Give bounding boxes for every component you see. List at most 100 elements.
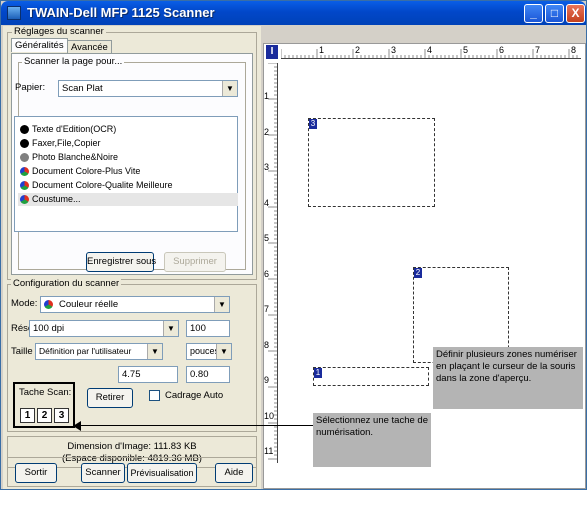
ruler-label: 4 bbox=[427, 45, 433, 55]
region-2-label: 2 bbox=[414, 268, 422, 278]
list-item-label: Faxer,File,Copier bbox=[32, 138, 101, 148]
close-button[interactable]: X bbox=[566, 4, 585, 23]
vertical-ruler bbox=[268, 63, 278, 463]
resolution-field[interactable]: 100 bbox=[186, 320, 230, 337]
scan-button[interactable]: Scanner bbox=[81, 463, 125, 483]
list-item-label: Coustume... bbox=[32, 194, 81, 204]
height-field[interactable]: 0.80 bbox=[186, 366, 230, 383]
settings-group-label: Réglages du scanner bbox=[12, 26, 106, 37]
region-3-label: 3 bbox=[309, 119, 317, 129]
list-item-label: Photo Blanche&Noire bbox=[32, 152, 119, 162]
size-value: Définition par l'utilisateur bbox=[39, 346, 132, 356]
chevron-down-icon[interactable]: ▼ bbox=[214, 297, 229, 312]
task-2-button[interactable]: 2 bbox=[37, 408, 52, 423]
arrow-left-icon bbox=[73, 421, 81, 431]
ruler-label: 2 bbox=[355, 45, 361, 55]
paper-select-value: Scan Plat bbox=[62, 83, 103, 94]
mode-value: Couleur réelle bbox=[59, 299, 119, 310]
ruler-label: 5 bbox=[463, 45, 469, 55]
scan-region-1[interactable]: 1 bbox=[313, 367, 429, 386]
task-3-button[interactable]: 3 bbox=[54, 408, 69, 423]
list-item[interactable]: Document Colore-Plus Vite bbox=[18, 165, 238, 178]
ruler-label: 1 bbox=[319, 45, 325, 55]
chevron-down-icon[interactable]: ▼ bbox=[147, 344, 162, 359]
ruler-label: 7 bbox=[535, 45, 541, 55]
ruler-label: 7 bbox=[264, 304, 270, 314]
chevron-down-icon[interactable]: ▼ bbox=[216, 344, 231, 359]
mode-label: Mode: bbox=[11, 298, 38, 309]
ruler-label: 9 bbox=[264, 375, 270, 385]
auto-crop-label: Cadrage Auto bbox=[165, 390, 224, 401]
ruler-label: 6 bbox=[499, 45, 505, 55]
ruler-label: 3 bbox=[264, 162, 270, 172]
left-panel: Réglages du scanner Généralités Avancée … bbox=[3, 26, 261, 489]
multi-zone-callout: Définir plusieurs zones numériser en pla… bbox=[433, 347, 583, 409]
ruler-label: 10 bbox=[264, 410, 275, 421]
scan-for-label: Scanner la page pour... bbox=[22, 56, 125, 67]
list-item-label: Document Colore-Plus Vite bbox=[32, 166, 141, 176]
paper-label: Papier: bbox=[15, 82, 46, 93]
minimize-button[interactable]: _ bbox=[524, 4, 543, 23]
width-field[interactable]: 4.75 bbox=[118, 366, 178, 383]
ruler-label: 1 bbox=[264, 91, 270, 101]
size-label: Taille bbox=[11, 346, 33, 357]
image-dimension: Dimension d'Image: 111.83 KB bbox=[67, 441, 197, 452]
general-tab-panel: Scanner la page pour... Papier: Scan Pla… bbox=[11, 53, 253, 275]
resolution-value: 100 dpi bbox=[33, 323, 65, 334]
scan-task-label: Tache Scan: bbox=[19, 387, 72, 398]
list-item[interactable]: Texte d'Edition(OCR) bbox=[18, 123, 238, 136]
task-1-button[interactable]: 1 bbox=[20, 408, 35, 423]
ruler-label: 2 bbox=[264, 126, 270, 137]
ruler-label: 11 bbox=[264, 446, 274, 456]
scanner-app-icon bbox=[7, 6, 21, 20]
preview-button[interactable]: Prévisualisation bbox=[127, 463, 197, 483]
auto-crop-checkbox[interactable] bbox=[149, 390, 160, 401]
color-mode-icon bbox=[44, 300, 53, 309]
region-1-label: 1 bbox=[314, 368, 322, 378]
scanner-window: TWAIN-Dell MFP 1125 Scanner _ □ X Réglag… bbox=[0, 0, 587, 490]
ruler-label: 8 bbox=[264, 339, 270, 350]
tab-general[interactable]: Généralités bbox=[11, 38, 68, 52]
size-select[interactable]: Définition par l'utilisateur ▼ bbox=[35, 343, 163, 360]
unit-value: pouces bbox=[190, 346, 220, 356]
list-item[interactable]: Document Colore-Qualite Meilleure bbox=[18, 179, 238, 192]
color-dots-icon bbox=[20, 181, 29, 190]
chevron-down-icon[interactable]: ▼ bbox=[222, 81, 237, 96]
resolution-select[interactable]: 100 dpi ▼ bbox=[29, 320, 179, 337]
ruler-corner-icon: I bbox=[266, 45, 278, 59]
gray-dots-icon bbox=[20, 153, 29, 162]
help-button[interactable]: Aide bbox=[215, 463, 253, 483]
delete-button[interactable]: Supprimer bbox=[164, 252, 226, 272]
ruler-label: 3 bbox=[391, 45, 397, 55]
scan-task-box: Tache Scan: 1 2 3 bbox=[13, 382, 75, 428]
list-item-selected[interactable]: Coustume... bbox=[18, 193, 238, 206]
list-item[interactable]: Photo Blanche&Noire bbox=[18, 151, 238, 164]
title-bar[interactable]: TWAIN-Dell MFP 1125 Scanner _ □ X bbox=[1, 1, 586, 25]
config-group-label: Configuration du scanner bbox=[11, 278, 122, 289]
color-dots-icon bbox=[20, 167, 29, 176]
tab-advanced[interactable]: Avancée bbox=[67, 40, 112, 54]
bw-dots-icon bbox=[20, 139, 29, 148]
preset-list[interactable]: Texte d'Edition(OCR) Faxer,File,Copier P… bbox=[14, 116, 238, 232]
exit-button[interactable]: Sortir bbox=[15, 463, 57, 483]
scan-region-3[interactable]: 3 bbox=[308, 118, 435, 207]
maximize-button[interactable]: □ bbox=[545, 4, 564, 23]
list-item[interactable]: Faxer,File,Copier bbox=[18, 137, 238, 150]
remove-button[interactable]: Retirer bbox=[87, 388, 133, 408]
window-title: TWAIN-Dell MFP 1125 Scanner bbox=[27, 5, 215, 20]
ruler-label: 5 bbox=[264, 233, 270, 243]
bw-dots-icon bbox=[20, 125, 29, 134]
color-dots-icon bbox=[20, 195, 29, 204]
select-task-callout: Sélectionnez une tache de numérisation. bbox=[313, 413, 431, 467]
list-item-label: Document Colore-Qualite Meilleure bbox=[32, 180, 173, 190]
save-as-button[interactable]: Enregistrer sous bbox=[86, 252, 156, 272]
ruler-label: 4 bbox=[264, 197, 270, 208]
unit-select[interactable]: pouces ▼ bbox=[186, 343, 232, 360]
paper-select[interactable]: Scan Plat ▼ bbox=[58, 80, 238, 97]
list-item-label: Texte d'Edition(OCR) bbox=[32, 124, 117, 134]
chevron-down-icon[interactable]: ▼ bbox=[163, 321, 178, 336]
ruler-label: 8 bbox=[571, 45, 577, 55]
callout-arrow-line bbox=[75, 425, 313, 426]
mode-select[interactable]: Couleur réelle ▼ bbox=[40, 296, 230, 313]
ruler-label: 6 bbox=[264, 268, 270, 279]
